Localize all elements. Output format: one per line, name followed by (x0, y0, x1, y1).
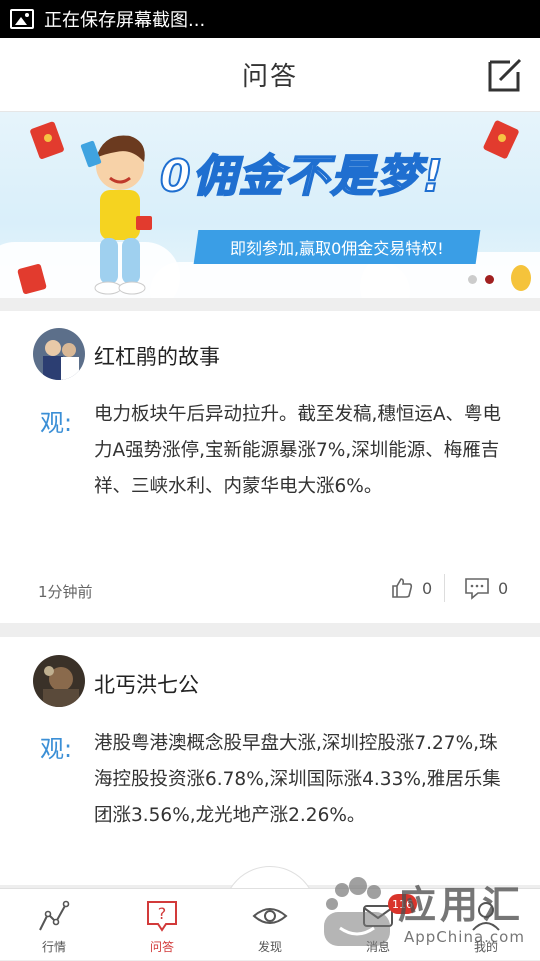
post-card[interactable]: 北丐洪七公 观: 港股粤港澳概念股早盘大涨,深圳控股涨7.27%,珠海控股投资涨… (0, 637, 540, 885)
tab-label: 行情 (41, 940, 66, 954)
tab-bar: 行情 ? 问答 发现 消息 我的 (0, 888, 540, 960)
tab-market[interactable]: 行情 (0, 889, 108, 961)
like-button[interactable]: 0 (390, 576, 432, 600)
tab-discover[interactable]: 发现 (216, 889, 324, 961)
post-label: 观: (40, 735, 73, 763)
post-card[interactable]: 红杠鹃的故事 观: 电力板块午后异动拉升。截至发稿,穗恒运A、粤电力A强势涨停,… (0, 311, 540, 623)
thumbs-up-icon (392, 578, 413, 598)
pager-dot[interactable] (468, 275, 477, 284)
avatar[interactable] (33, 655, 85, 707)
tab-me[interactable]: 我的 (432, 889, 540, 961)
tab-label: 消息 (365, 940, 390, 954)
red-envelope-icon (30, 121, 64, 159)
post-time: 1分钟前 (38, 583, 93, 601)
chart-line-icon (39, 900, 70, 931)
status-bar: 正在保存屏幕截图... (0, 0, 540, 38)
red-envelope-icon (483, 120, 519, 159)
banner-pager (468, 275, 494, 284)
edit-icon[interactable] (486, 56, 524, 94)
tab-label: 问答 (149, 940, 174, 954)
tab-label: 我的 (473, 940, 498, 954)
comment-button[interactable]: 0 (464, 576, 508, 600)
banner-subline: 即刻参加,赢取0佣金交易特权! (193, 230, 481, 264)
red-envelope-icon (17, 264, 47, 294)
post-body[interactable]: 港股粤港澳概念股早盘大涨,深圳控股涨7.27%,珠海控股投资涨6.78%,深圳国… (94, 726, 514, 834)
like-count: 0 (422, 578, 433, 598)
tab-qa[interactable]: ? 问答 (108, 889, 216, 961)
comment-icon (465, 578, 489, 600)
user-icon (472, 902, 500, 931)
message-badge: 116 (388, 894, 417, 914)
page-title: 问答 (241, 62, 298, 92)
image-icon (10, 9, 34, 29)
tab-label: 发现 (257, 940, 282, 954)
mascot-illustration (80, 135, 152, 295)
post-label: 观: (40, 409, 73, 437)
comment-count: 0 (498, 578, 509, 598)
promo-banner[interactable]: 0佣金不是梦! 即刻参加,赢取0佣金交易特权! (0, 112, 540, 298)
avatar[interactable] (33, 328, 85, 380)
divider (444, 574, 445, 602)
pager-dot-active[interactable] (485, 275, 494, 284)
post-author[interactable]: 北丐洪七公 (94, 669, 199, 699)
question-bubble-icon: ? (147, 901, 177, 932)
coin-icon (511, 265, 531, 291)
status-notification: 正在保存屏幕截图... (44, 10, 206, 31)
post-author[interactable]: 红杠鹃的故事 (94, 341, 220, 371)
eye-icon (252, 908, 288, 924)
banner-headline: 0佣金不是梦! (159, 150, 445, 203)
svg-text:?: ? (158, 904, 167, 923)
header: 问答 (0, 38, 540, 112)
post-body[interactable]: 电力板块午后异动拉升。截至发稿,穗恒运A、粤电力A强势涨停,宝新能源暴涨7%,深… (94, 397, 514, 505)
